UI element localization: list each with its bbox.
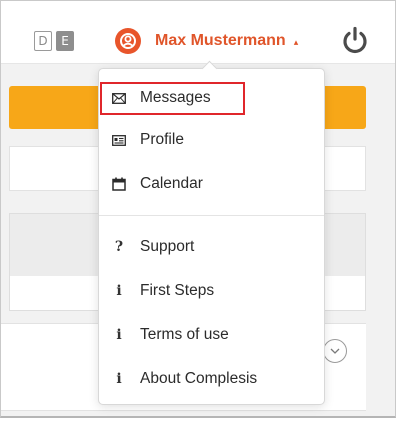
menu-item-calendar[interactable]: Calendar [99, 169, 324, 199]
language-d-button[interactable]: D [34, 31, 52, 51]
menu-item-first-steps[interactable]: i First Steps [99, 276, 324, 306]
menu-item-label: Profile [140, 131, 184, 148]
menu-divider [99, 215, 324, 216]
calendar-icon [110, 177, 128, 191]
chevron-down-icon[interactable] [323, 339, 347, 363]
menu-item-label: First Steps [140, 282, 215, 299]
menu-item-label: About Complesis [140, 370, 258, 387]
power-icon[interactable] [340, 25, 370, 55]
menu-item-label: Terms of use [140, 326, 229, 343]
menu-item-label: Support [140, 238, 195, 255]
info-icon: i [116, 371, 122, 387]
menu-item-profile[interactable]: Profile [99, 125, 324, 155]
highlight-box [100, 82, 245, 115]
app-window: D E Max Mustermann ▴ Messages Profile Ca… [0, 0, 396, 418]
menu-item-terms-of-use[interactable]: i Terms of use [99, 320, 324, 350]
user-name-label: Max Mustermann [155, 32, 286, 49]
info-icon: i [116, 327, 122, 343]
user-circle-icon [115, 28, 141, 54]
user-dropdown-menu: Messages Profile Calendar ? Support i Fi… [98, 60, 325, 405]
info-icon: i [116, 283, 122, 299]
question-icon: ? [114, 239, 124, 255]
user-menu-button[interactable]: Max Mustermann ▴ [115, 27, 298, 55]
id-card-icon [110, 134, 128, 146]
caret-up-icon: ▴ [293, 36, 299, 47]
top-header: D E Max Mustermann ▴ [1, 1, 395, 64]
language-e-button[interactable]: E [56, 31, 74, 51]
menu-item-label: Calendar [140, 175, 203, 192]
menu-item-about[interactable]: i About Complesis [99, 364, 324, 394]
menu-item-support[interactable]: ? Support [99, 232, 324, 262]
